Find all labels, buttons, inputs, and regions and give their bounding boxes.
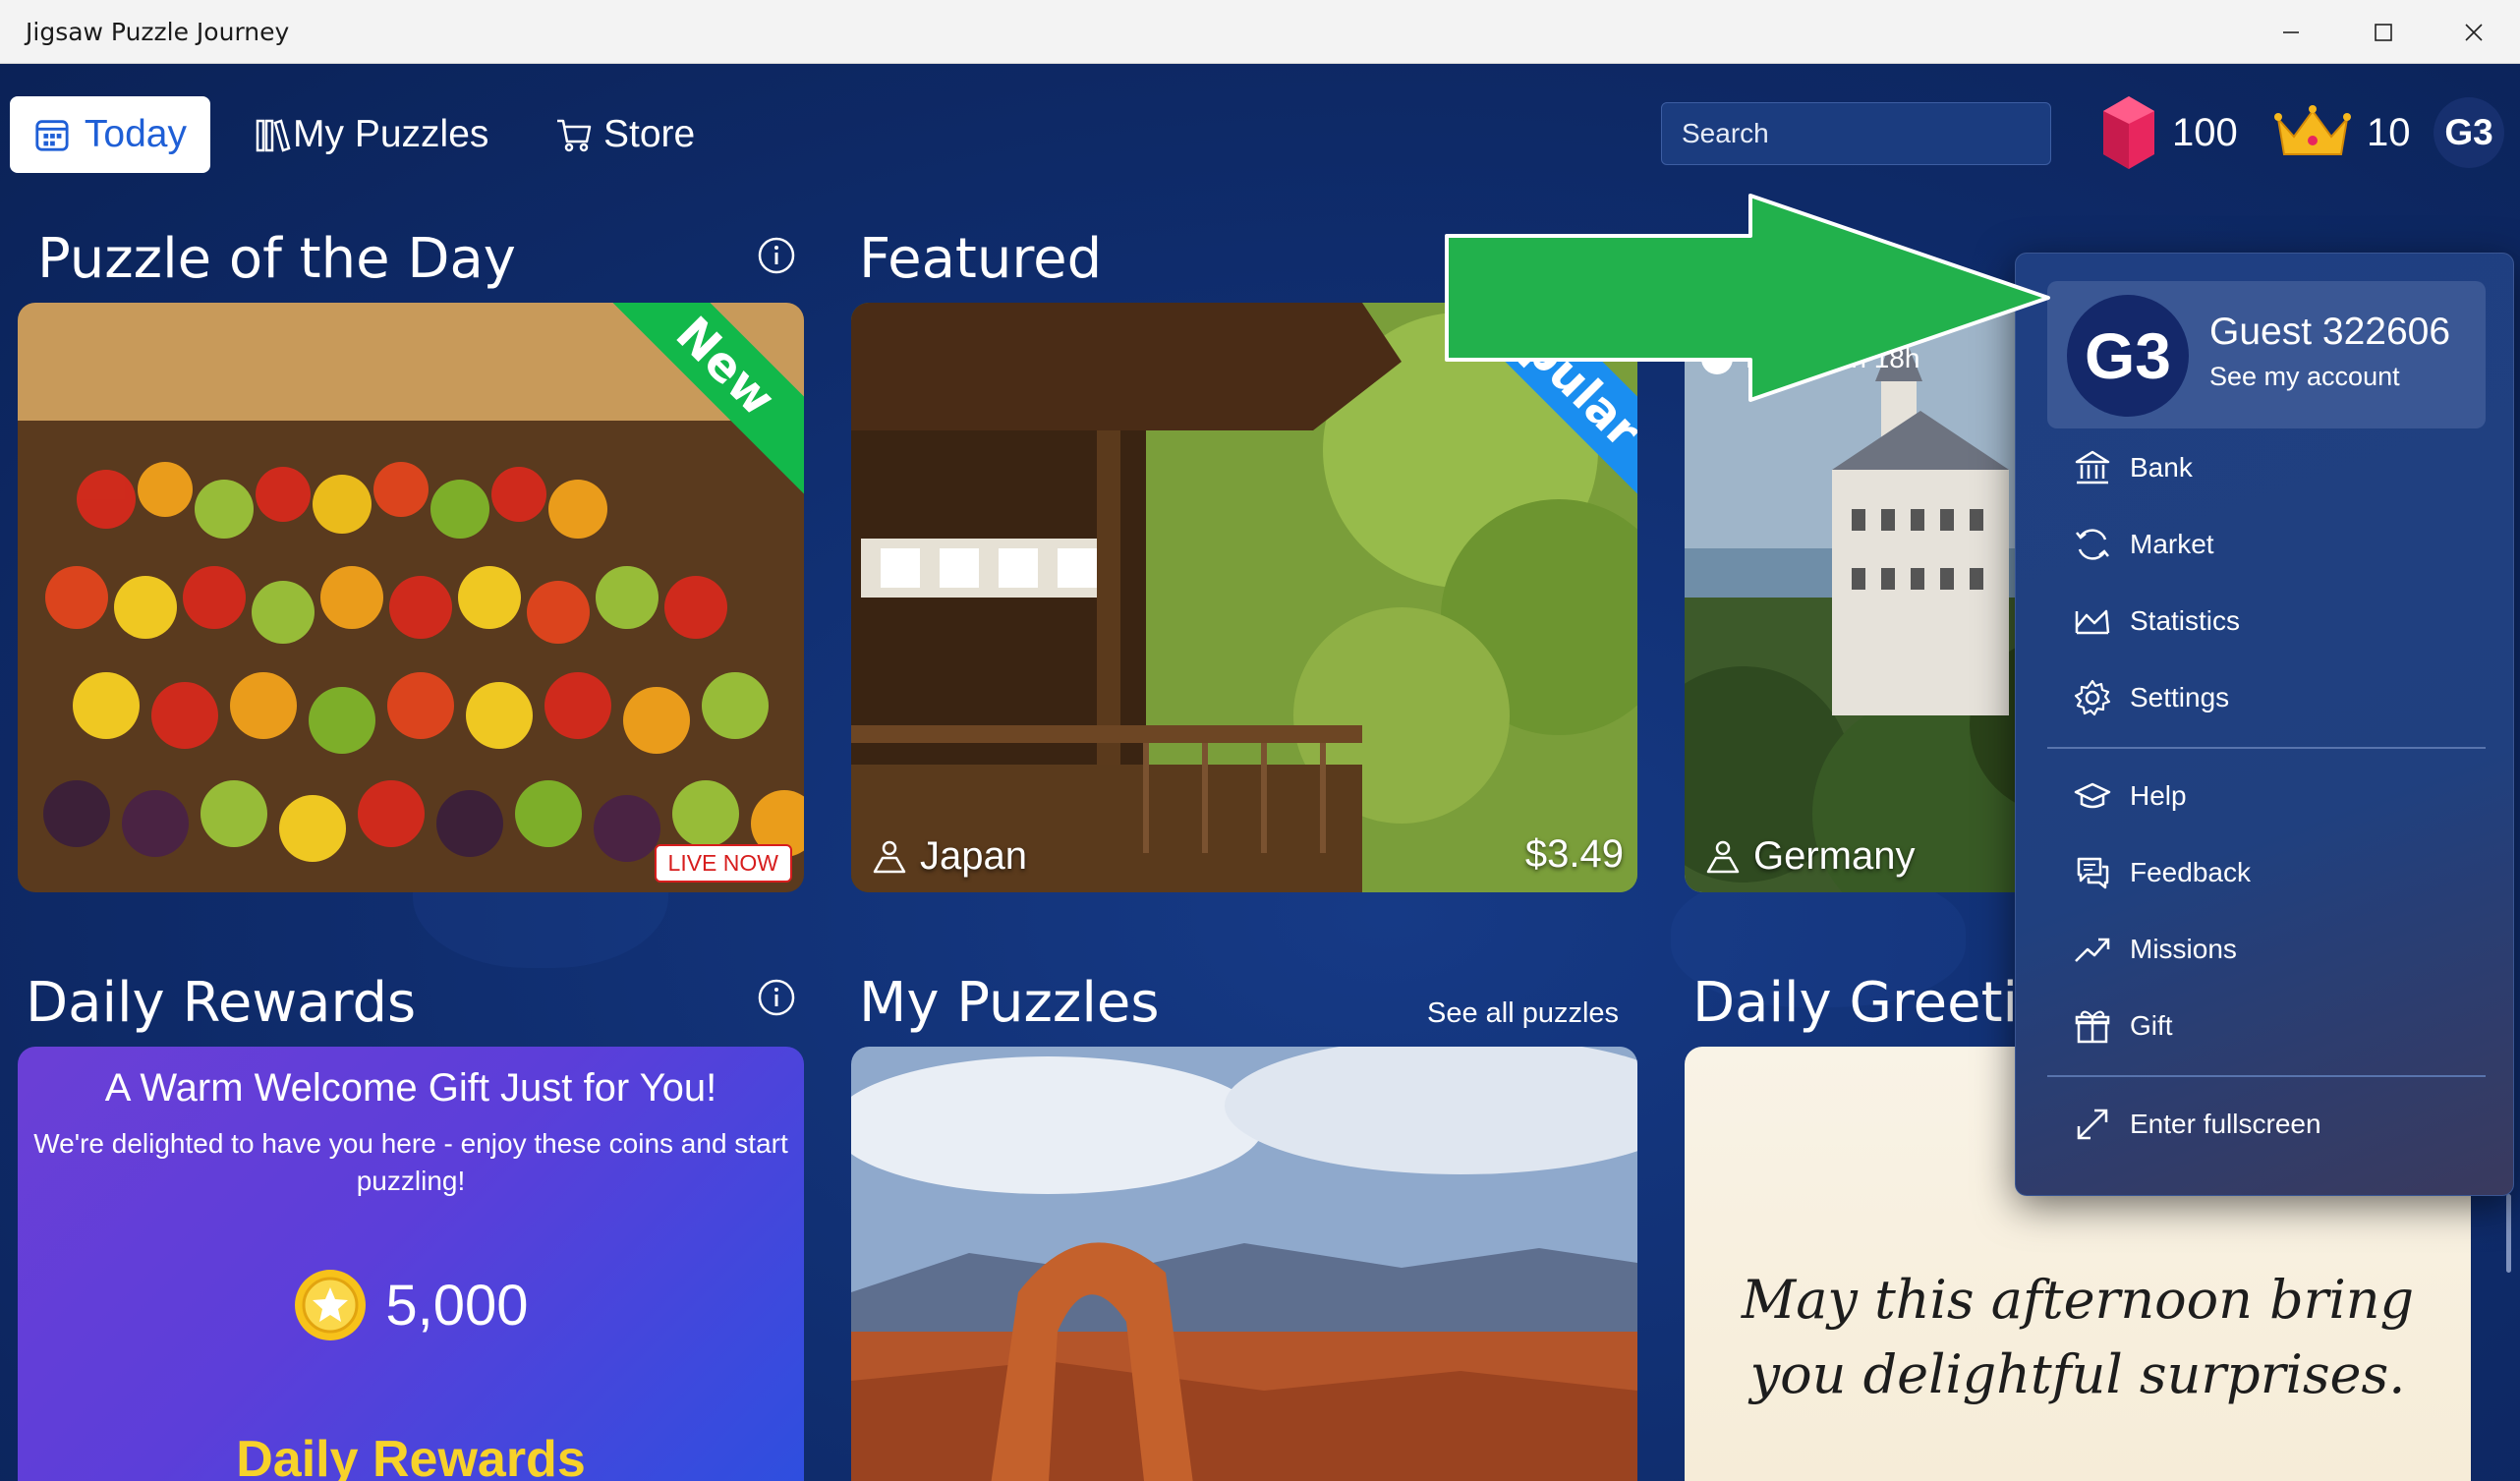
books-icon bbox=[256, 119, 291, 152]
menu-item-statistics[interactable]: Statistics bbox=[2073, 592, 2240, 651]
daily-rewards-card[interactable]: A Warm Welcome Gift Just for You! We're … bbox=[18, 1047, 804, 1481]
tab-store-label: Store bbox=[603, 113, 696, 155]
live-now-badge: LIVE NOW bbox=[654, 844, 792, 883]
crown-icon bbox=[2274, 105, 2351, 155]
menu-item-missions[interactable]: Missions bbox=[2073, 920, 2237, 979]
tab-store[interactable]: Store bbox=[531, 96, 718, 173]
app-window: Jigsaw Puzzle Journey Today My Puzzles S… bbox=[0, 0, 2520, 1481]
daily-greeting-title: Daily Greetin bbox=[1692, 971, 2019, 1035]
cart-icon bbox=[557, 119, 592, 152]
menu-label-market: Market bbox=[2130, 529, 2214, 559]
help-icon bbox=[2074, 782, 2111, 809]
close-button[interactable] bbox=[2430, 0, 2518, 64]
maximize-button[interactable] bbox=[2339, 0, 2428, 64]
see-my-account-link: See my account bbox=[2209, 362, 2400, 391]
account-menu: G3 Guest 322606 See my account Bank Mark… bbox=[2015, 253, 2514, 1196]
arch-landscape-image bbox=[851, 1047, 1637, 1481]
menu-label-settings: Settings bbox=[2130, 682, 2230, 712]
gift-icon bbox=[2075, 1010, 2110, 1044]
rewards-amount: 5,000 bbox=[18, 1268, 804, 1342]
menu-label-statistics: Statistics bbox=[2130, 605, 2241, 636]
scrollbar[interactable] bbox=[2506, 1194, 2511, 1273]
missions-icon bbox=[2075, 938, 2110, 962]
menu-item-help[interactable]: Help bbox=[2073, 767, 2187, 826]
pointer-arrow-icon bbox=[1445, 194, 2050, 402]
rewards-card-title: A Warm Welcome Gift Just for You! bbox=[104, 1066, 717, 1110]
search-box[interactable] bbox=[1661, 102, 2051, 165]
close-icon bbox=[2465, 23, 2483, 41]
japan-caption: Japan bbox=[871, 834, 1027, 879]
feedback-icon bbox=[2077, 857, 2109, 889]
person-icon bbox=[1706, 840, 1740, 873]
menu-label-bank: Bank bbox=[2130, 452, 2193, 483]
puzzle-of-day-card[interactable]: New LIVE NOW bbox=[18, 303, 804, 892]
rewards-amount-value: 5,000 bbox=[385, 1273, 529, 1338]
puzzle-of-day-title: Puzzle of the Day bbox=[37, 227, 516, 291]
fruit-market-image bbox=[18, 303, 804, 892]
menu-label-fullscreen: Enter fullscreen bbox=[2130, 1109, 2321, 1139]
greeting-text: May this afternoon bring you delightful … bbox=[1741, 1269, 2415, 1405]
search-input[interactable] bbox=[1682, 118, 2036, 149]
menu-item-settings[interactable]: Settings bbox=[2073, 668, 2229, 727]
maximize-icon bbox=[2375, 23, 2392, 41]
crowns-value: 10 bbox=[2367, 110, 2411, 154]
daily-rewards-title: Daily Rewards bbox=[26, 971, 417, 1035]
featured-title: Featured bbox=[859, 227, 1103, 291]
see-all-puzzles-link[interactable]: See all puzzles bbox=[1427, 997, 1619, 1030]
menu-label-help: Help bbox=[2130, 780, 2187, 811]
account-button[interactable]: G3 Guest 322606 See my account bbox=[2047, 281, 2486, 428]
info-icon[interactable] bbox=[757, 236, 796, 275]
germany-label: Germany bbox=[1753, 834, 1916, 878]
menu-item-gift[interactable]: Gift bbox=[2073, 997, 2173, 1055]
minimize-button[interactable] bbox=[2247, 0, 2335, 64]
avatar: G3 bbox=[2067, 295, 2189, 417]
crowns-counter[interactable]: 10 bbox=[2274, 93, 2411, 172]
japan-label: Japan bbox=[920, 834, 1027, 878]
user-name: Guest 322606 bbox=[2209, 311, 2451, 353]
germany-caption: Germany bbox=[1704, 834, 1916, 879]
gear-icon bbox=[2074, 679, 2111, 716]
info-icon[interactable] bbox=[757, 978, 796, 1017]
japan-price: $3.49 bbox=[1524, 832, 1624, 876]
menu-label-gift: Gift bbox=[2130, 1010, 2173, 1041]
gem-icon bbox=[2103, 96, 2154, 169]
menu-divider bbox=[2047, 747, 2486, 749]
minimize-icon bbox=[2283, 30, 2299, 33]
menu-item-fullscreen[interactable]: Enter fullscreen bbox=[2073, 1095, 2321, 1154]
tab-my-puzzles[interactable]: My Puzzles bbox=[230, 96, 512, 173]
main-content: Today My Puzzles Store 100 10 G3 Puzzle … bbox=[0, 64, 2520, 1481]
menu-label-feedback: Feedback bbox=[2130, 857, 2251, 887]
menu-item-bank[interactable]: Bank bbox=[2073, 438, 2193, 497]
menu-divider bbox=[2047, 1075, 2486, 1077]
calendar-icon bbox=[35, 120, 69, 151]
gems-value: 100 bbox=[2172, 110, 2238, 154]
my-puzzle-card[interactable] bbox=[851, 1047, 1637, 1481]
menu-label-missions: Missions bbox=[2130, 934, 2237, 964]
menu-item-feedback[interactable]: Feedback bbox=[2073, 843, 2251, 902]
statistics-icon bbox=[2075, 609, 2110, 635]
menu-item-market[interactable]: Market bbox=[2073, 515, 2214, 574]
person-icon bbox=[873, 840, 906, 873]
tab-my-puzzles-label: My Puzzles bbox=[293, 113, 489, 155]
bank-icon bbox=[2075, 450, 2110, 484]
market-icon bbox=[2076, 529, 2109, 560]
rewards-card-description: We're delighted to have you here - enjoy… bbox=[33, 1128, 788, 1196]
title-bar: Jigsaw Puzzle Journey bbox=[0, 0, 2520, 64]
tab-today[interactable]: Today bbox=[10, 96, 210, 173]
my-puzzles-title: My Puzzles bbox=[859, 971, 1160, 1035]
tab-today-label: Today bbox=[84, 113, 187, 155]
avatar-button[interactable]: G3 bbox=[2434, 97, 2504, 168]
daily-rewards-link[interactable]: Daily Rewards bbox=[18, 1430, 804, 1481]
fullscreen-icon bbox=[2077, 1109, 2108, 1140]
gems-counter[interactable]: 100 bbox=[2101, 93, 2238, 172]
window-title: Jigsaw Puzzle Journey bbox=[26, 18, 290, 46]
coin-icon bbox=[295, 1270, 367, 1340]
